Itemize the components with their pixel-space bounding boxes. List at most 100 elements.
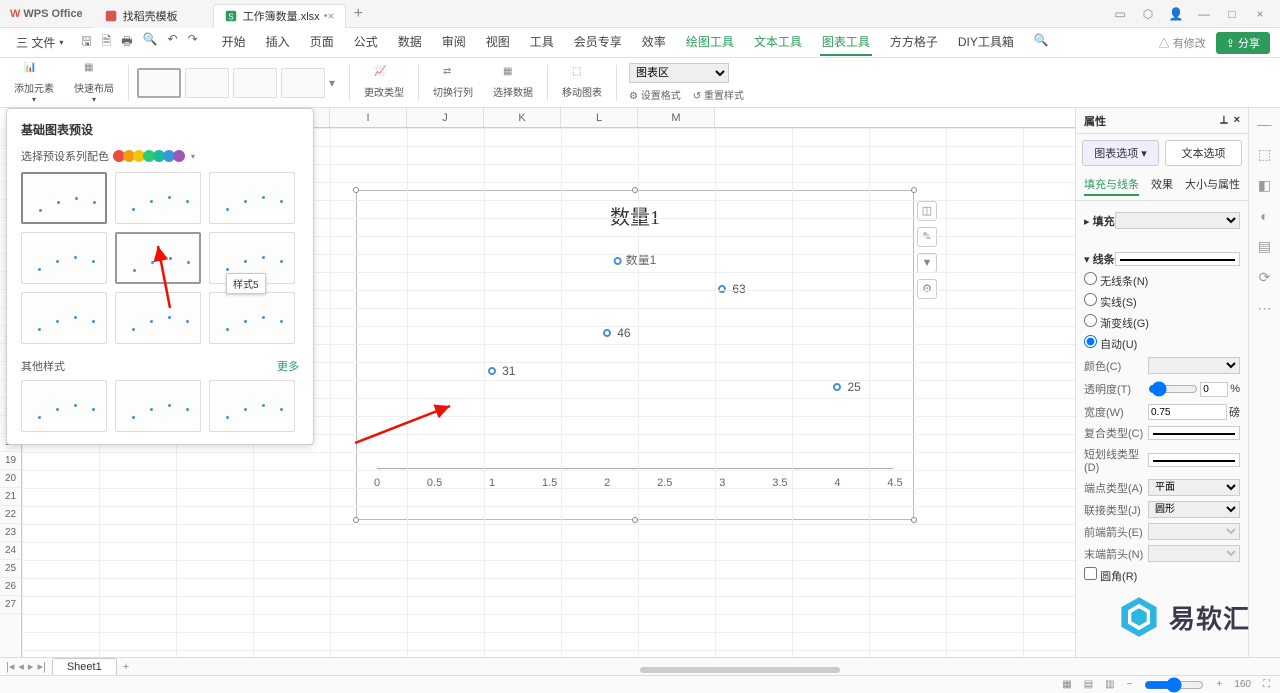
set-format-button[interactable]: ⚙ 设置格式 — [629, 87, 681, 102]
reset-style-button[interactable]: ↺ 重置样式 — [693, 87, 744, 102]
data-point[interactable] — [488, 367, 496, 375]
tab-diy[interactable]: DIY工具箱 — [956, 29, 1016, 56]
style-preset[interactable] — [21, 232, 107, 284]
chart-title[interactable]: 数量1 — [357, 191, 913, 234]
avatar-icon[interactable]: 👤 — [1168, 7, 1184, 21]
zoom-in-icon[interactable]: + — [1216, 679, 1222, 690]
row-header[interactable]: 27 — [0, 596, 21, 614]
color-select[interactable] — [1148, 357, 1240, 374]
tab-page[interactable]: 页面 — [308, 29, 336, 56]
rail-layers-icon[interactable]: ▤ — [1258, 238, 1271, 255]
tab-insert[interactable]: 插入 — [264, 29, 292, 56]
switch-rowcol-button[interactable]: ⇄切换行列 — [427, 60, 479, 105]
opacity-slider[interactable] — [1148, 379, 1198, 399]
new-tab-button[interactable]: + — [354, 5, 363, 23]
col-header[interactable]: L — [561, 108, 638, 127]
close-button[interactable]: × — [1252, 7, 1268, 21]
tab-text-tools[interactable]: 文本工具 — [752, 29, 804, 56]
file-menu[interactable]: 三 文件▾ — [10, 34, 69, 51]
redo-icon[interactable]: ↷ — [188, 32, 198, 53]
export-icon[interactable]: 🗎 — [102, 32, 112, 53]
zoom-out-icon[interactable]: − — [1127, 679, 1133, 690]
doc-tab-templates[interactable]: 找稻壳模板 — [93, 4, 213, 28]
tab-member[interactable]: 会员专享 — [572, 29, 624, 56]
view-normal-icon[interactable]: ▦ — [1062, 679, 1071, 690]
tab-tools[interactable]: 工具 — [528, 29, 556, 56]
pin-icon[interactable]: ⟂ — [1220, 114, 1227, 126]
save-icon[interactable]: 🖫 — [81, 32, 91, 53]
row-header[interactable]: 20 — [0, 470, 21, 488]
chart-style-4[interactable] — [281, 68, 325, 98]
width-input[interactable] — [1148, 404, 1227, 420]
tab-data[interactable]: 数据 — [396, 29, 424, 56]
props-tab-text[interactable]: 文本选项 — [1165, 140, 1242, 166]
horizontal-scrollbar[interactable] — [300, 667, 1280, 675]
move-chart-button[interactable]: ⬚移动图表 — [556, 60, 608, 105]
doc-tab-active[interactable]: S 工作簿数量.xlsx • × — [213, 4, 346, 28]
tab-review[interactable]: 审阅 — [440, 29, 468, 56]
row-header[interactable]: 24 — [0, 542, 21, 560]
add-sheet-button[interactable]: + — [123, 661, 129, 673]
rail-more-icon[interactable]: ⋯ — [1258, 300, 1272, 317]
tab-view[interactable]: 视图 — [484, 29, 512, 56]
view-page-icon[interactable]: ▤ — [1084, 679, 1093, 690]
fill-select[interactable] — [1115, 212, 1240, 229]
sheet-nav-first[interactable]: |◂ — [6, 660, 14, 673]
data-point[interactable] — [603, 329, 611, 337]
col-header[interactable]: I — [330, 108, 407, 127]
radio-auto[interactable]: 自动(U) — [1084, 335, 1240, 352]
radio-solid[interactable]: 实线(S) — [1084, 293, 1240, 310]
tab-start[interactable]: 开始 — [220, 29, 248, 56]
undo-icon[interactable]: ↶ — [168, 32, 178, 53]
radio-none[interactable]: 无线条(N) — [1084, 272, 1240, 289]
quick-layout-button[interactable]: ▦快速布局▾ — [68, 60, 120, 105]
tab-fangfang[interactable]: 方方格子 — [888, 29, 940, 56]
style-preset[interactable] — [209, 380, 295, 432]
cap-select[interactable]: 平面 — [1148, 479, 1240, 496]
style-preset[interactable] — [115, 172, 201, 224]
tab-efficiency[interactable]: 效率 — [640, 29, 668, 56]
zoom-value[interactable]: 160 — [1234, 679, 1251, 690]
row-header[interactable]: 22 — [0, 506, 21, 524]
col-header[interactable]: M — [638, 108, 715, 127]
subtab-effect[interactable]: 效果 — [1151, 176, 1173, 196]
view-reading-icon[interactable]: ▥ — [1105, 679, 1114, 690]
zoom-slider[interactable] — [1144, 677, 1204, 693]
print-icon[interactable]: 🖶 — [121, 32, 132, 53]
line-preview[interactable] — [1115, 252, 1240, 266]
style-preset[interactable] — [115, 292, 201, 344]
maximize-button[interactable]: □ — [1224, 7, 1240, 21]
radio-gradient[interactable]: 渐变线(G) — [1084, 314, 1240, 331]
chart-style-2[interactable] — [185, 68, 229, 98]
style-preset[interactable] — [209, 172, 295, 224]
chart-style-3[interactable] — [233, 68, 277, 98]
style-preset[interactable] — [209, 292, 295, 344]
brush-icon[interactable]: ✎ — [917, 227, 937, 247]
select-data-button[interactable]: ▦选择数据 — [487, 60, 539, 105]
tab-chart-tools[interactable]: 图表工具 — [820, 29, 872, 56]
share-button[interactable]: ⇪ 分享 — [1216, 32, 1270, 54]
chart-area-select[interactable]: 图表区 — [629, 63, 729, 83]
rail-minus-icon[interactable]: — — [1258, 116, 1272, 132]
more-link[interactable]: 更多 — [277, 358, 299, 374]
filter-icon[interactable]: ▼ — [917, 253, 937, 273]
subtab-fill-line[interactable]: 填充与线条 — [1084, 176, 1139, 196]
sheet-nav-next[interactable]: ▸ — [28, 660, 34, 673]
chart-style-gallery[interactable]: ▾ — [137, 68, 341, 98]
search-icon[interactable]: 🔍 — [1032, 29, 1051, 56]
tab-close-button[interactable]: × — [328, 9, 335, 23]
dash-select[interactable] — [1148, 453, 1240, 467]
change-type-button[interactable]: 📈更改类型 — [358, 60, 410, 105]
join-select[interactable]: 圆形 — [1148, 501, 1240, 518]
row-header[interactable]: 21 — [0, 488, 21, 506]
tab-drawing-tools[interactable]: 绘图工具 — [684, 29, 736, 56]
rail-gradient-icon[interactable]: ◐ — [1260, 208, 1268, 224]
row-header[interactable]: 23 — [0, 524, 21, 542]
round-corner-checkbox[interactable]: 圆角(R) — [1084, 571, 1137, 583]
data-point[interactable] — [718, 285, 726, 293]
style-preset[interactable] — [21, 292, 107, 344]
preview-icon[interactable]: 🔍 — [143, 32, 158, 53]
window-icon[interactable]: ▭ — [1112, 7, 1128, 21]
close-icon[interactable]: × — [1234, 114, 1240, 126]
gear-icon[interactable]: ⚙ — [917, 279, 937, 299]
